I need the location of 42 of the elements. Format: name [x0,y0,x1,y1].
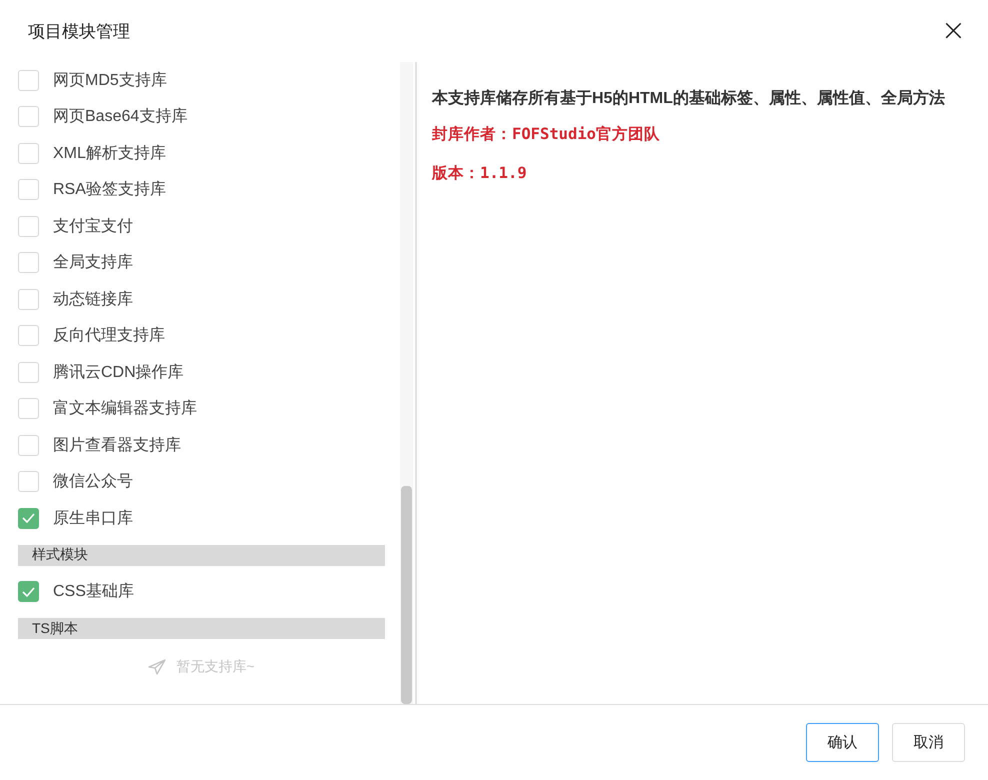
checkbox[interactable] [18,398,39,420]
checkbox[interactable] [18,179,39,200]
checkbox[interactable] [18,216,39,237]
author-text: 封库作者：FOFStudio官方团队 [432,124,661,145]
checkbox[interactable] [18,325,39,346]
module-label[interactable]: 微信公众号 [53,471,133,492]
confirm-button[interactable]: 确认 [806,723,879,762]
module-label[interactable]: 网页Base64支持库 [53,106,188,128]
checkbox[interactable] [18,142,39,164]
section-header: 样式模块 [18,544,385,566]
checkbox[interactable] [18,581,39,602]
empty-message: 暂无支持库~ [176,658,255,676]
module-label[interactable]: 动态链接库 [53,288,133,310]
module-label[interactable]: 原生串口库 [53,508,133,529]
module-label[interactable]: XML解析支持库 [53,142,166,164]
checkbox[interactable] [18,362,39,383]
module-label[interactable]: 腾讯云CDN操作库 [53,362,184,383]
module-label[interactable]: 网页MD5支持库 [53,70,167,91]
checkbox[interactable] [18,288,39,310]
module-label[interactable]: 支付宝支付 [53,216,133,237]
checkbox[interactable] [18,434,39,456]
module-label[interactable]: 全局支持库 [53,252,133,274]
module-description: 本支持库储存所有基于H5的HTML的基础标签、属性、属性值、全局方法 [432,88,946,109]
check-icon [22,513,35,524]
module-label[interactable]: 反向代理支持库 [53,325,165,346]
scrollbar-thumb[interactable] [401,486,412,704]
close-button[interactable]: × [936,16,970,46]
checkbox[interactable] [18,508,39,529]
cancel-button[interactable]: 取消 [892,723,965,762]
checkbox[interactable] [18,106,39,128]
module-label[interactable]: CSS基础库 [53,581,134,602]
section-header: TS脚本 [18,618,385,639]
checkbox[interactable] [18,70,39,91]
version-text: 版本：1.1.9 [432,163,528,184]
checkbox[interactable] [18,471,39,492]
module-label[interactable]: RSA验签支持库 [53,179,166,200]
checkbox[interactable] [18,252,39,274]
paper-plane-icon [148,659,166,675]
check-icon [22,586,35,597]
module-label[interactable]: 图片查看器支持库 [53,434,181,456]
dialog-title: 项目模块管理 [28,20,130,42]
module-label[interactable]: 富文本编辑器支持库 [53,398,197,420]
